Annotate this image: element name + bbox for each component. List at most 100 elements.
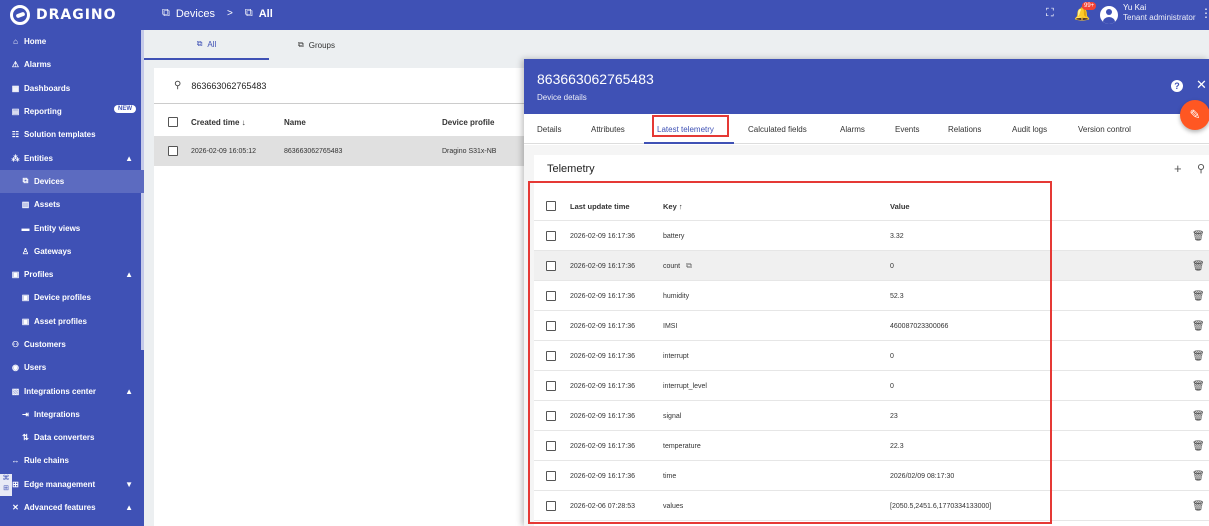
drawer-header: 863663062765483 Device details ? ✕ — [524, 59, 1209, 114]
fullscreen-icon[interactable]: ⛶ — [1046, 7, 1054, 20]
dashboard-icon: ▦ — [11, 83, 20, 93]
sidebar-item-edge-management[interactable]: ⊞ Edge management ▼ — [0, 473, 144, 496]
sidebar-item-data-converters[interactable]: ⇅ Data converters — [0, 426, 144, 449]
sidebar-item-rule-chains[interactable]: ↔ Rule chains — [0, 449, 144, 472]
chevron-up-icon: ▲ — [125, 270, 133, 280]
logo-icon — [10, 5, 30, 25]
sidebar-item-label: Home — [24, 37, 47, 47]
sidebar-item-users[interactable]: ◉ Users — [0, 356, 144, 379]
breadcrumb-devices[interactable]: Devices — [176, 8, 215, 20]
entity-views-icon: ▬ — [21, 223, 30, 233]
tab-version-control[interactable]: Version control — [1078, 114, 1131, 144]
delete-icon[interactable]: 🗑 — [1192, 401, 1205, 431]
row-name: 863663062765483 — [284, 147, 343, 155]
users-icon: ◉ — [12, 363, 19, 373]
sidebar-item-asset-profiles[interactable]: ▣ Asset profiles — [0, 310, 144, 333]
tab-all[interactable]: ⧉ All — [144, 30, 269, 60]
delete-icon[interactable]: 🗑 — [1192, 461, 1205, 491]
profiles-icon: ▣ — [11, 270, 20, 280]
sidebar-item-label: Rule chains — [24, 456, 69, 466]
rule-chains-icon: ↔ — [11, 456, 20, 466]
sidebar-item-integrations[interactable]: ⇥ Integrations — [0, 403, 144, 426]
search-icon: ⚲ — [174, 80, 182, 91]
delete-icon[interactable]: 🗑 — [1192, 281, 1205, 311]
sidebar-item-label: Dashboards — [24, 83, 71, 93]
sidebar-item-profiles[interactable]: ▣ Profiles ▲ — [0, 263, 144, 286]
sidebar-item-home[interactable]: ⌂ Home — [0, 30, 144, 53]
tab-groups[interactable]: ⧉ Groups — [269, 30, 364, 60]
sidebar-item-entities[interactable]: ⁂ Entities ▲ — [0, 146, 144, 169]
column-name[interactable]: Name — [284, 118, 306, 127]
sidebar-item-alarms[interactable]: ⚠ Alarms — [0, 53, 144, 76]
row-created-time: 2026-02-09 16:05:12 — [191, 147, 256, 155]
user-info[interactable]: Yu Kai Tenant administrator — [1123, 3, 1195, 23]
table-row[interactable]: 2026-02-09 16:05:12 863663062765483 Drag… — [154, 136, 534, 166]
sidebar-item-integrations-center[interactable]: ▧ Integrations center ▲ — [0, 379, 144, 402]
tab-audit-logs[interactable]: Audit logs — [1012, 114, 1047, 144]
add-icon[interactable]: + — [1174, 161, 1182, 176]
column-device-profile[interactable]: Device profile — [442, 118, 494, 127]
column-created-time[interactable]: Created time ↓ — [191, 118, 246, 127]
dragino-logo[interactable]: DRAGINO — [10, 4, 117, 26]
delete-icon[interactable]: 🗑 — [1192, 371, 1205, 401]
user-role: Tenant administrator — [1123, 13, 1196, 22]
sidebar-item-dashboards[interactable]: ▦ Dashboards — [0, 77, 144, 100]
search-input[interactable]: 863663062765483 — [191, 81, 266, 91]
tab-alarms[interactable]: Alarms — [840, 114, 865, 144]
sidebar-item-label: Solution templates — [24, 130, 96, 140]
sidebar-item-label: Entities — [24, 153, 53, 163]
assets-icon: ▥ — [21, 200, 30, 210]
notification-badge: 99+ — [1082, 2, 1097, 10]
close-icon[interactable]: ✕ — [1196, 77, 1207, 93]
drawer-tabs: Details Attributes Latest telemetry Calc… — [524, 114, 1209, 144]
delete-icon[interactable]: 🗑 — [1192, 491, 1205, 521]
tab-highlight-box — [652, 115, 729, 137]
tab-relations[interactable]: Relations — [948, 114, 981, 144]
sidebar-item-reporting[interactable]: ▤ Reporting NEW — [0, 100, 144, 123]
sidebar-item-device-profiles[interactable]: ▣ Device profiles — [0, 286, 144, 309]
search-icon[interactable]: ⚲ — [1197, 162, 1205, 175]
asset-profile-icon: ▣ — [21, 316, 30, 326]
advanced-icon: ✕ — [12, 503, 19, 513]
tab-events[interactable]: Events — [895, 114, 919, 144]
sidebar-item-label: Reporting — [24, 107, 62, 117]
report-icon: ▤ — [11, 107, 20, 117]
select-all-checkbox[interactable] — [168, 117, 178, 127]
templates-icon: ☷ — [11, 130, 20, 140]
sidebar-item-advanced-features[interactable]: ✕ Advanced features ▲ — [0, 496, 144, 519]
row-checkbox[interactable] — [168, 146, 178, 156]
help-icon[interactable]: ? — [1171, 80, 1183, 92]
delete-icon[interactable]: 🗑 — [1192, 221, 1205, 251]
sidebar-item-customers[interactable]: ⚇ Customers — [0, 333, 144, 356]
data-converters-icon: ⇅ — [22, 433, 29, 443]
drawer-title: 863663062765483 — [537, 71, 654, 87]
breadcrumb-all: All — [258, 7, 273, 20]
sidebar-item-label: Alarms — [24, 60, 52, 70]
tab-label: Groups — [308, 40, 335, 50]
tab-calculated-fields[interactable]: Calculated fields — [748, 114, 807, 144]
sidebar-item-label: Users — [24, 363, 47, 373]
sidebar-item-gateways[interactable]: ♙ Gateways — [0, 240, 144, 263]
customers-icon: ⚇ — [11, 340, 20, 349]
chevron-up-icon: ▲ — [125, 503, 133, 513]
sidebar-item-devices[interactable]: ⧉ Devices — [0, 169, 144, 194]
sidebar-item-solution-templates[interactable]: ☷ Solution templates — [0, 123, 144, 146]
tab-attributes[interactable]: Attributes — [591, 114, 625, 144]
delete-icon[interactable]: 🗑 — [1192, 251, 1205, 281]
input-method-icon[interactable]: ⌘ ⊞ — [0, 474, 12, 496]
groups-icon: ⧉ — [298, 40, 304, 49]
integrations-center-icon: ▧ — [11, 386, 20, 396]
sidebar-item-label: Device profiles — [34, 293, 91, 303]
sidebar-item-assets[interactable]: ▥ Assets — [0, 193, 144, 216]
delete-icon[interactable]: 🗑 — [1192, 341, 1205, 371]
delete-icon[interactable]: 🗑 — [1192, 311, 1205, 341]
user-avatar-icon[interactable] — [1100, 6, 1118, 24]
entities-icon: ⁂ — [11, 153, 20, 163]
sidebar-item-entity-views[interactable]: ▬ Entity views — [0, 216, 144, 239]
tab-details[interactable]: Details — [537, 114, 561, 144]
new-badge: NEW — [114, 104, 136, 113]
delete-icon[interactable]: 🗑 — [1192, 431, 1205, 461]
more-menu-icon[interactable]: ⋮ — [1200, 6, 1209, 20]
breadcrumb-separator: > — [226, 8, 233, 19]
device-search[interactable]: ⚲ 863663062765483 — [154, 68, 534, 104]
